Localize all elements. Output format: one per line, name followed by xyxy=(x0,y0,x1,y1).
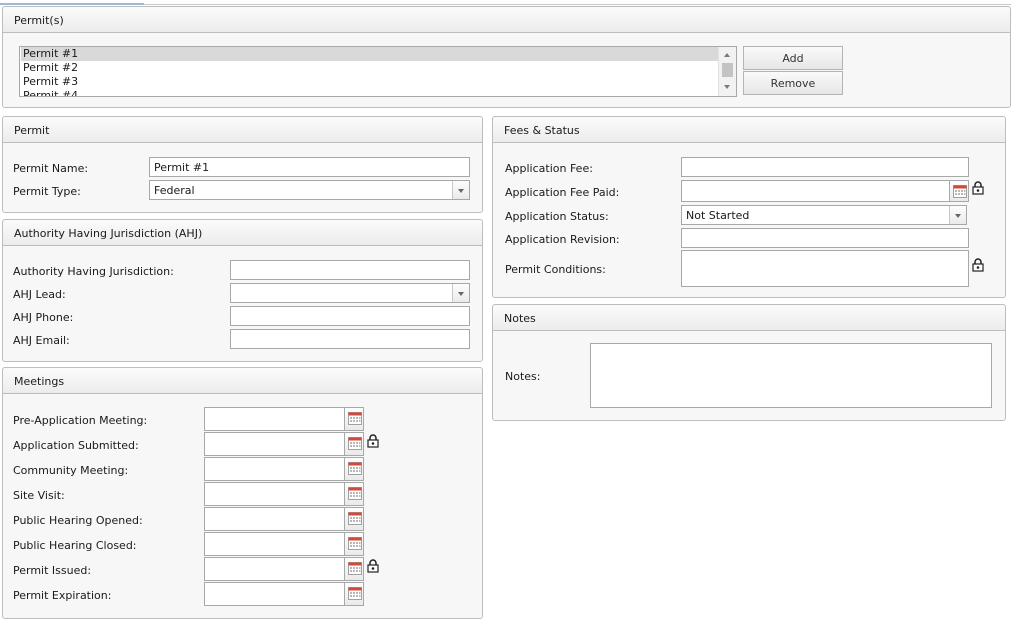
scroll-up-arrow-icon[interactable] xyxy=(724,53,730,57)
ahj-authority-label: Authority Having Jurisdiction: xyxy=(13,265,174,278)
permits-scrollbar[interactable] xyxy=(718,47,736,96)
meeting-date-field[interactable] xyxy=(204,557,364,581)
meeting-date-field[interactable] xyxy=(204,432,364,456)
fees-status-panel-header: Fees & Status xyxy=(493,117,1005,143)
top-tab-strip xyxy=(0,0,1011,5)
permit-conditions-field[interactable] xyxy=(681,250,969,287)
calendar-icon[interactable] xyxy=(344,483,363,505)
notes-label: Notes: xyxy=(505,370,541,383)
application-revision-field[interactable] xyxy=(681,228,969,248)
permit-list-item[interactable]: Permit #2 xyxy=(21,61,720,75)
meeting-date-field[interactable] xyxy=(204,532,364,556)
meeting-date-label: Application Submitted: xyxy=(13,439,139,452)
ahj-phone-label: AHJ Phone: xyxy=(13,311,74,324)
application-fee-field[interactable] xyxy=(681,157,969,177)
meeting-date-label: Community Meeting: xyxy=(13,464,129,477)
ahj-panel: Authority Having Jurisdiction (AHJ) Auth… xyxy=(2,219,483,362)
ahj-phone-field[interactable] xyxy=(230,306,470,326)
ahj-authority-field[interactable] xyxy=(230,260,470,280)
active-tab-indicator[interactable] xyxy=(0,0,144,5)
chevron-down-icon[interactable] xyxy=(452,181,469,199)
calendar-icon[interactable] xyxy=(344,508,363,530)
permit-type-label: Permit Type: xyxy=(13,185,81,198)
meeting-date-label: Permit Issued: xyxy=(13,564,92,577)
permit-list-item[interactable]: Permit #1 xyxy=(21,47,720,61)
meeting-date-label: Public Hearing Closed: xyxy=(13,539,137,552)
application-fee-paid-date[interactable] xyxy=(681,180,969,202)
meeting-date-label: Public Hearing Opened: xyxy=(13,514,143,527)
application-fee-paid-label: Application Fee Paid: xyxy=(505,186,620,199)
ahj-email-label: AHJ Email: xyxy=(13,334,70,347)
application-status-value: Not Started xyxy=(686,209,750,222)
permit-type-value: Federal xyxy=(154,184,195,197)
meeting-date-field[interactable] xyxy=(204,457,364,481)
meeting-date-field[interactable] xyxy=(204,507,364,531)
notes-panel-header: Notes xyxy=(493,305,1005,331)
permit-name-label: Permit Name: xyxy=(13,162,89,175)
meeting-date-label: Pre-Application Meeting: xyxy=(13,414,148,427)
application-fee-label: Application Fee: xyxy=(505,162,593,175)
application-status-label: Application Status: xyxy=(505,210,609,223)
permit-list-item[interactable]: Permit #4 xyxy=(21,89,720,96)
calendar-icon[interactable] xyxy=(344,408,363,430)
meetings-panel-header: Meetings xyxy=(3,368,482,394)
scroll-down-arrow-icon[interactable] xyxy=(724,85,730,89)
scroll-thumb[interactable] xyxy=(722,63,733,77)
chevron-down-icon[interactable] xyxy=(949,206,966,224)
calendar-icon[interactable] xyxy=(344,433,363,455)
meeting-date-field[interactable] xyxy=(204,407,364,431)
calendar-icon[interactable] xyxy=(344,558,363,580)
meeting-date-field[interactable] xyxy=(204,582,364,606)
lock-icon xyxy=(367,559,379,573)
ahj-lead-select[interactable] xyxy=(230,283,470,303)
permit-conditions-label: Permit Conditions: xyxy=(505,263,606,276)
permits-panel-header: Permit(s) xyxy=(3,7,1010,33)
application-revision-label: Application Revision: xyxy=(505,233,620,246)
notes-field[interactable] xyxy=(590,343,992,408)
lock-icon xyxy=(972,181,984,195)
ahj-lead-label: AHJ Lead: xyxy=(13,288,66,301)
permits-listbox[interactable]: Permit #1 Permit #2 Permit #3 Permit #4 xyxy=(19,46,737,97)
chevron-down-icon[interactable] xyxy=(452,284,469,302)
permit-panel: Permit Permit Name: Permit #1 Permit Typ… xyxy=(2,116,483,213)
lock-icon xyxy=(972,258,984,272)
notes-panel: Notes Notes: xyxy=(492,304,1006,421)
fees-status-panel: Fees & Status Application Fee: Applicati… xyxy=(492,116,1006,298)
permit-panel-header: Permit xyxy=(3,117,482,143)
remove-permit-button[interactable]: Remove xyxy=(743,71,843,95)
application-status-select[interactable]: Not Started xyxy=(681,205,967,225)
calendar-icon[interactable] xyxy=(344,583,363,605)
add-permit-button[interactable]: Add xyxy=(743,46,843,70)
meeting-date-label: Site Visit: xyxy=(13,489,65,502)
meetings-panel: Meetings Pre-Application Meeting: Applica… xyxy=(2,367,483,619)
calendar-icon[interactable] xyxy=(344,458,363,480)
calendar-icon[interactable] xyxy=(949,181,968,201)
lock-icon xyxy=(367,434,379,448)
permit-type-select[interactable]: Federal xyxy=(149,180,470,200)
calendar-icon[interactable] xyxy=(344,533,363,555)
meeting-date-field[interactable] xyxy=(204,482,364,506)
meeting-date-label: Permit Expiration: xyxy=(13,589,112,602)
permits-panel: Permit(s) Permit #1 Permit #2 Permit #3 … xyxy=(2,6,1011,108)
ahj-panel-header: Authority Having Jurisdiction (AHJ) xyxy=(3,220,482,246)
ahj-email-field[interactable] xyxy=(230,329,470,349)
permit-name-field[interactable]: Permit #1 xyxy=(149,157,470,177)
permit-list-item[interactable]: Permit #3 xyxy=(21,75,720,89)
